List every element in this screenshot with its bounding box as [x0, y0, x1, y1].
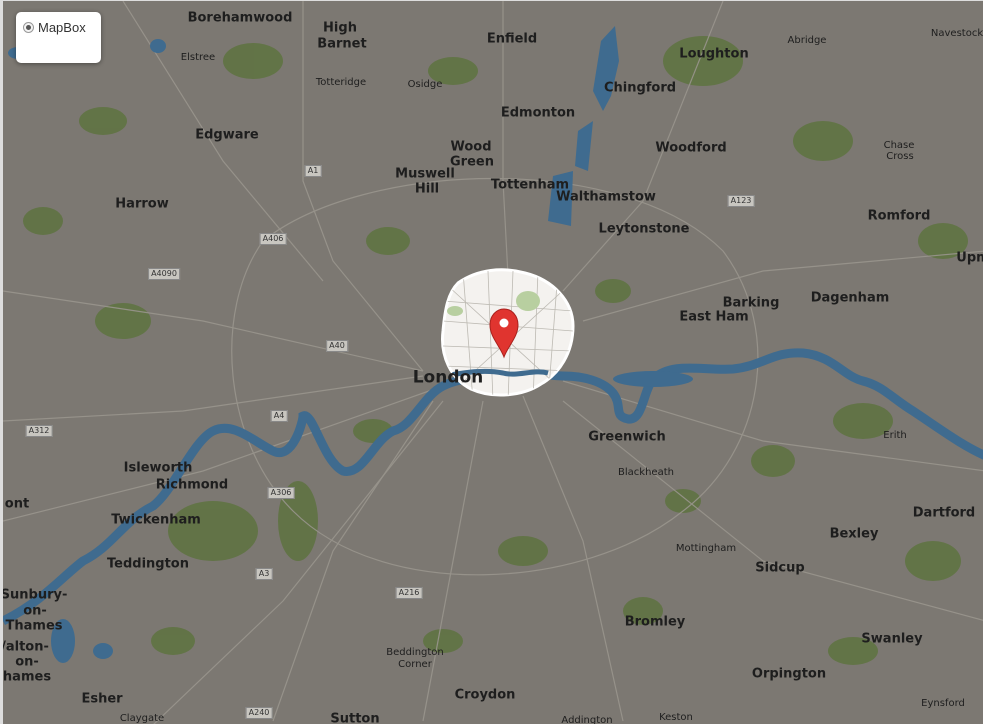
place-label: Leytonstone [598, 221, 690, 237]
place-label: Walthamstow [556, 189, 656, 205]
place-label: Esher [81, 691, 123, 707]
place-label: High [323, 20, 357, 36]
place-label: Enfield [486, 31, 538, 47]
map-container[interactable]: Borehamwood High Barnet Enfield Loughton Abri… [0, 0, 983, 724]
place-label: London [412, 367, 484, 388]
place-label: Bexley [829, 526, 879, 542]
place-label: Chase [883, 140, 915, 151]
road-label: A123 [727, 195, 755, 207]
place-label: Sidcup [755, 560, 805, 576]
place-label: Dartford [912, 505, 976, 521]
place-label: Barking [722, 295, 780, 311]
place-label: Navestock [930, 28, 983, 39]
place-label: Barnet [317, 36, 367, 52]
place-label: Hill [414, 181, 440, 197]
place-label: Keston [659, 712, 693, 723]
place-label: Swanley [861, 631, 923, 647]
road-label: A312 [25, 425, 53, 437]
road-label: A4090 [148, 268, 180, 280]
place-label: Dagenham [810, 290, 890, 306]
layer-option-label: MapBox [38, 20, 86, 35]
place-label: Sunbury- [0, 587, 68, 603]
place-label: Chingford [603, 80, 677, 96]
place-label: Woodford [655, 140, 727, 156]
place-label: Upm [956, 250, 983, 266]
place-label: Claygate [119, 713, 165, 724]
place-label: Harrow [115, 196, 169, 212]
road-label: A216 [395, 587, 423, 599]
place-label: Romford [867, 208, 931, 224]
place-label: Elstree [180, 52, 216, 63]
place-label: Muswell [395, 166, 455, 182]
place-label: Mottingham [675, 543, 737, 554]
place-label: Totteridge [315, 77, 367, 88]
place-label: Eynsford [921, 698, 965, 709]
place-label: Twickenham [111, 512, 201, 528]
place-label: Edmonton [500, 105, 576, 121]
road-label: A406 [259, 233, 287, 245]
place-label: ont [4, 496, 30, 512]
place-label: Teddington [107, 556, 189, 572]
place-label: Richmond [155, 477, 229, 493]
map-tiles[interactable] [3, 1, 983, 724]
place-label: Osidge [407, 79, 443, 90]
place-label: Croydon [454, 687, 516, 703]
layer-control[interactable]: MapBox [16, 12, 101, 63]
place-label: Abridge [787, 35, 827, 46]
place-label: Beddington [386, 647, 444, 658]
place-label: Greenwich [588, 429, 666, 445]
place-label: Loughton [679, 46, 749, 62]
place-label: on- [23, 603, 47, 619]
place-label: Bromley [624, 614, 686, 630]
place-label: hames [2, 669, 52, 685]
place-label: Cross [886, 151, 914, 162]
place-label: Corner [398, 659, 432, 670]
place-label: Isleworth [123, 460, 193, 476]
place-label: Blackheath [618, 467, 674, 478]
road-label: A3 [255, 568, 273, 580]
place-label: Wood [450, 139, 492, 155]
road-label: A240 [245, 707, 273, 719]
place-label: Thames [5, 618, 63, 634]
layer-option-mapbox[interactable]: MapBox [23, 20, 101, 35]
place-label: Erith [883, 430, 907, 441]
place-label: East Ham [679, 309, 749, 325]
place-label: Addington [561, 715, 613, 724]
place-label: Edgware [195, 127, 259, 143]
road-label: A306 [267, 487, 295, 499]
road-label: A4 [270, 410, 288, 422]
place-label: Sutton [330, 711, 380, 724]
place-label: Green [450, 154, 494, 170]
place-label: on- [15, 654, 39, 670]
road-label: A40 [326, 340, 348, 352]
radio-selected-icon[interactable] [23, 22, 34, 33]
road-label: A1 [304, 165, 322, 177]
place-label: /alton- [1, 639, 49, 655]
place-label: Borehamwood [187, 10, 293, 26]
place-label: Orpington [751, 666, 827, 682]
